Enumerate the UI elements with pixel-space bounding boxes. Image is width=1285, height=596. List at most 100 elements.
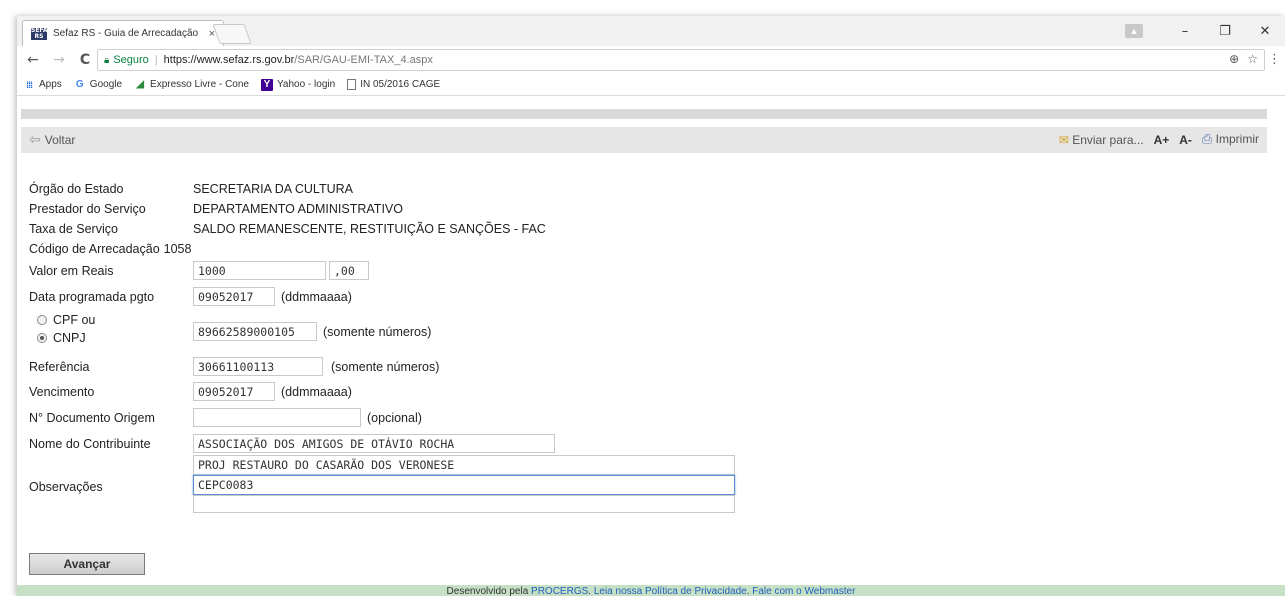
address-bar[interactable]: 🔒︎ Seguro | https://www.sefaz.rs.gov.br … xyxy=(97,49,1265,71)
omnibox-actions: ⊕ ☆ xyxy=(1229,52,1258,66)
doc-origem-input[interactable] xyxy=(193,408,361,427)
procergs-link[interactable]: PROCERGS xyxy=(531,586,588,596)
apps-icon: ⁞⁞⁞ xyxy=(26,79,33,90)
font-increase-button[interactable]: A+ xyxy=(1154,133,1170,147)
cnpj-radio-row[interactable]: CNPJ xyxy=(37,331,86,345)
url-path: /SAR/GAU-EMI-TAX_4.aspx xyxy=(294,54,433,66)
imprimir-label: Imprimir xyxy=(1215,132,1259,146)
webmaster-link[interactable]: Fale com o Webmaster xyxy=(752,586,855,596)
font-decrease-button[interactable]: A- xyxy=(1179,133,1192,147)
avancar-button[interactable]: Avançar xyxy=(29,553,145,575)
minimize-button[interactable]: – xyxy=(1165,24,1205,39)
vencimento-input[interactable]: 09052017 xyxy=(193,382,275,401)
data-pgto-input[interactable]: 09052017 xyxy=(193,287,275,306)
bookmark-label: Google xyxy=(89,79,123,90)
observacoes-line-1[interactable]: PROJ RESTAURO DO CASARÃO DOS VERONESE xyxy=(193,455,735,475)
bookmarks-bar: ⁞⁞⁞ Apps G Google ◢ Expresso Livre - Con… xyxy=(17,74,1285,96)
zoom-icon[interactable]: ⊕ xyxy=(1229,52,1239,66)
bookmark-expresso[interactable]: ◢ Expresso Livre - Cone xyxy=(134,79,249,91)
new-tab-button[interactable] xyxy=(212,24,252,44)
close-window-button[interactable]: ✕ xyxy=(1245,24,1285,39)
observacoes-line-2[interactable]: CEPC0083 xyxy=(193,475,735,495)
row-observacoes: Observações xyxy=(29,480,177,494)
vencimento-hint: (ddmmaaaa) xyxy=(281,384,352,399)
referencia-input[interactable]: 30661100113 xyxy=(193,357,323,376)
reload-button[interactable]: C xyxy=(75,52,95,68)
page-toolbar: ⇦ Voltar ✉ Enviar para... A+ A- ⎙ Imprim… xyxy=(21,127,1267,153)
voltar-link[interactable]: ⇦ Voltar xyxy=(29,132,75,148)
referencia-label: Referência xyxy=(29,359,90,374)
expresso-icon: ◢ xyxy=(136,78,144,90)
bookmark-in-cage[interactable]: IN 05/2016 CAGE xyxy=(347,79,440,90)
doc-origem-label: N° Documento Origem xyxy=(29,410,155,425)
enviar-label: Enviar para... xyxy=(1072,132,1144,147)
cpf-label: CPF ou xyxy=(53,313,96,327)
valor-reais-input[interactable]: 1000 xyxy=(193,261,326,280)
data-pgto-hint: (ddmmaaaa) xyxy=(281,289,352,304)
user-profile-icon[interactable]: ▲ xyxy=(1125,24,1143,38)
row-taxa: Taxa de Serviço SALDO REMANESCENTE, REST… xyxy=(29,222,546,236)
browser-menu-icon[interactable]: ⋮ xyxy=(1268,52,1281,67)
address-separator: | xyxy=(154,54,158,66)
restore-button[interactable]: ❐ xyxy=(1205,24,1245,39)
browser-window: SEFA RS Sefaz RS - Guia de Arrecadação × … xyxy=(17,16,1285,596)
back-arrow-icon: ⇦ xyxy=(29,132,41,148)
valor-label: Valor em Reais xyxy=(29,263,114,278)
observacoes-line-3[interactable] xyxy=(193,495,735,513)
cnpj-radio[interactable] xyxy=(37,333,47,343)
codigo-value: 1058 xyxy=(163,242,192,256)
printer-icon: ⎙ xyxy=(1201,132,1213,147)
valor-centavos-input[interactable]: ,00 xyxy=(329,261,369,280)
cpf-cnpj-input[interactable]: 89662589000105 xyxy=(193,322,317,341)
lock-icon: 🔒︎ xyxy=(104,54,110,66)
cpf-radio-row[interactable]: CPF ou xyxy=(37,313,95,327)
row-valor: Valor em Reais 1000 ,00 xyxy=(29,261,369,280)
page-icon xyxy=(347,79,357,90)
prestador-label: Prestador do Serviço xyxy=(29,202,146,216)
row-cnpj-value: 89662589000105 (somente números) xyxy=(193,322,431,341)
cnpj-label: CNPJ xyxy=(53,331,86,345)
toolbar-actions: ✉ Enviar para... A+ A- ⎙ Imprimir xyxy=(1059,132,1259,147)
bookmark-label: Apps xyxy=(39,79,62,90)
tab-title: Sefaz RS - Guia de Arrecadação xyxy=(53,28,199,39)
privacy-policy-link[interactable]: Leia nossa Política de Privacidade xyxy=(594,586,747,596)
url-host: https://www.sefaz.rs.gov.br xyxy=(163,54,295,66)
bookmark-label: Yahoo - login xyxy=(276,79,336,90)
tab-strip: SEFA RS Sefaz RS - Guia de Arrecadação × … xyxy=(17,16,1285,46)
row-prestador: Prestador do Serviço DEPARTAMENTO ADMINI… xyxy=(29,202,403,216)
window-controls: ▲ – ❐ ✕ xyxy=(1125,16,1285,46)
secure-label: Seguro xyxy=(113,54,149,66)
row-codigo: Código de Arrecadação 1058 xyxy=(29,242,191,256)
row-doc-origem: N° Documento Origem (opcional) xyxy=(29,408,422,427)
taxa-label: Taxa de Serviço xyxy=(29,222,118,236)
contribuinte-input[interactable]: ASSOCIAÇÃO DOS AMIGOS DE OTÁVIO ROCHA xyxy=(193,434,555,453)
enviar-link[interactable]: ✉ Enviar para... xyxy=(1059,133,1144,147)
cpf-radio[interactable] xyxy=(37,315,47,325)
row-vencimento: Vencimento 09052017 (ddmmaaaa) xyxy=(29,382,352,401)
bookmark-apps[interactable]: ⁞⁞⁞ Apps xyxy=(23,79,62,91)
imprimir-link[interactable]: ⎙ Imprimir xyxy=(1202,132,1259,147)
cpf-cnpj-hint: (somente números) xyxy=(323,324,432,339)
bookmark-label: IN 05/2016 CAGE xyxy=(360,79,441,90)
prestador-value: DEPARTAMENTO ADMINISTRATIVO xyxy=(193,202,403,216)
back-button[interactable]: ← xyxy=(23,52,43,68)
data-pgto-label: Data programada pgto xyxy=(29,289,155,304)
taxa-value: SALDO REMANESCENTE, RESTITUIÇÃO E SANÇÕE… xyxy=(193,222,546,236)
bookmark-google[interactable]: G Google xyxy=(74,79,122,91)
row-referencia: Referência 30661100113 (somente números) xyxy=(29,357,439,376)
forward-button[interactable]: → xyxy=(49,52,69,68)
send-mail-icon: ✉ xyxy=(1058,132,1069,147)
yahoo-icon: Y xyxy=(260,78,273,91)
codigo-label: Código de Arrecadação xyxy=(29,242,160,256)
sefaz-favicon-icon: SEFA RS xyxy=(31,26,48,40)
address-row: ← → C 🔒︎ Seguro | https://www.sefaz.rs.g… xyxy=(17,46,1285,74)
row-data-pgto: Data programada pgto 09052017 (ddmmaaaa) xyxy=(29,287,352,306)
bookmark-yahoo[interactable]: Y Yahoo - login xyxy=(260,78,336,91)
orgao-value: SECRETARIA DA CULTURA xyxy=(193,182,353,196)
browser-tab-sefaz[interactable]: SEFA RS Sefaz RS - Guia de Arrecadação × xyxy=(22,20,224,46)
page-footer: Desenvolvido pela PROCERGS. Leia nossa P… xyxy=(17,585,1285,596)
page-content: ⇦ Voltar ✉ Enviar para... A+ A- ⎙ Imprim… xyxy=(17,97,1285,596)
referencia-hint: (somente números) xyxy=(331,359,440,374)
bookmark-star-icon[interactable]: ☆ xyxy=(1247,52,1258,66)
footer-prefix: Desenvolvido pela xyxy=(446,586,532,596)
